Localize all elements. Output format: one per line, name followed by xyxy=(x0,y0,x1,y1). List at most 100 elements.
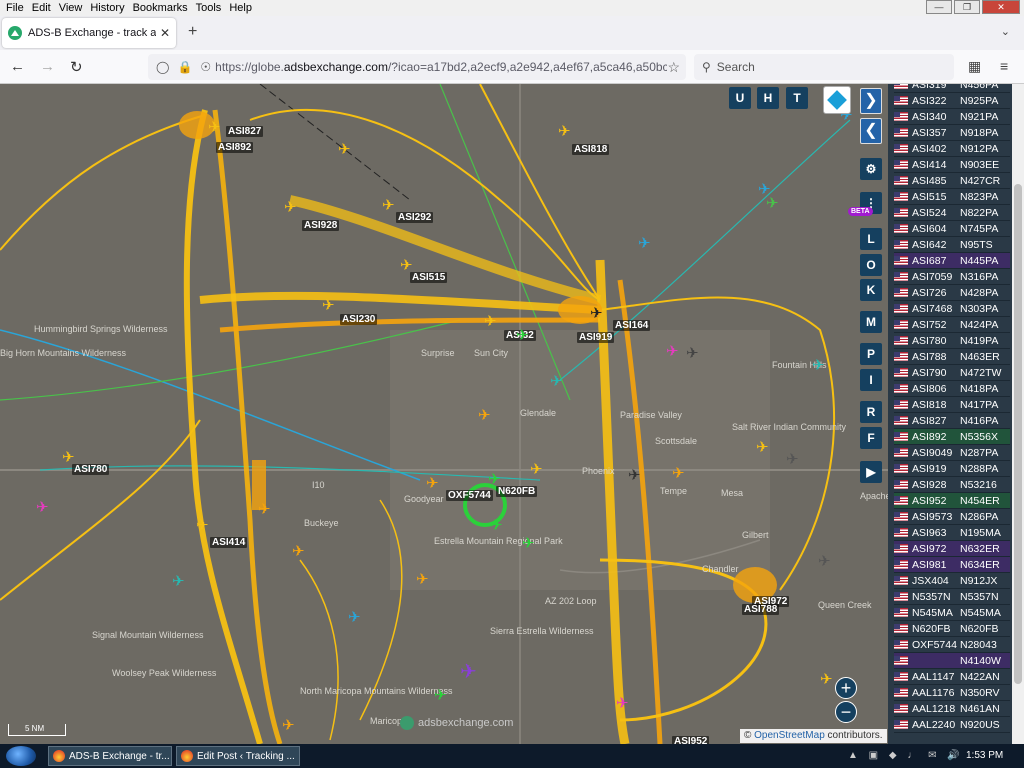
aircraft-callsign-label[interactable]: ASI780 xyxy=(72,464,110,475)
aircraft-icon[interactable]: ✈ xyxy=(756,440,769,455)
minimize-icon[interactable]: — xyxy=(926,0,952,14)
aircraft-list-row[interactable]: ASI726 N428PA xyxy=(894,285,1010,301)
aircraft-list-row[interactable]: ASI981 N634ER xyxy=(894,557,1010,573)
aircraft-callsign-label[interactable]: ASI892 xyxy=(216,142,254,153)
aircraft-icon[interactable]: ✈ xyxy=(478,408,491,423)
aircraft-callsign-label[interactable]: ASI919 xyxy=(577,332,615,343)
aircraft-list-row[interactable]: JSX404 N912JX xyxy=(894,573,1010,589)
tracking-protection-shield-icon[interactable]: ◯ xyxy=(156,60,169,74)
map-button-u[interactable]: U xyxy=(729,87,751,109)
aircraft-list-row[interactable]: ASI340 N921PA xyxy=(894,109,1010,125)
aircraft-icon[interactable]: ✈ xyxy=(638,236,651,251)
aircraft-list-row[interactable]: ASI7059 N316PA xyxy=(894,269,1010,285)
address-bar[interactable]: ◯ 🔒 ☉ https://globe.adsbexchange.com/?ic… xyxy=(148,54,686,80)
aircraft-list-row[interactable]: ASI642 N95TS xyxy=(894,237,1010,253)
taskbar-item-firefox-edit-post[interactable]: Edit Post ‹ Tracking ... xyxy=(176,746,300,766)
aircraft-icon[interactable]: ✈ xyxy=(516,328,529,343)
aircraft-icon[interactable]: ✈ xyxy=(434,688,447,703)
menu-bookmarks[interactable]: Bookmarks xyxy=(131,2,194,14)
bookmark-star-icon[interactable]: ☆ xyxy=(667,59,680,76)
aircraft-icon[interactable]: ✈ xyxy=(666,344,679,359)
menu-file[interactable]: File xyxy=(4,2,30,14)
aircraft-icon[interactable]: ✈ xyxy=(208,120,221,135)
aircraft-callsign-label[interactable]: ASI788 xyxy=(742,604,780,615)
aircraft-list-row[interactable]: ASI827 N416PA xyxy=(894,413,1010,429)
aircraft-callsign-label[interactable]: ASI827 xyxy=(226,126,264,137)
aircraft-icon[interactable]: ✈ xyxy=(550,374,563,389)
aircraft-callsign-label[interactable]: ASI414 xyxy=(210,537,248,548)
aircraft-icon[interactable]: ✈ xyxy=(490,518,503,533)
aircraft-icon[interactable]: ✈ xyxy=(460,662,477,682)
aircraft-list-row[interactable]: ASI319 N456PA xyxy=(894,84,1010,93)
map-button-k[interactable]: K xyxy=(860,279,882,301)
aircraft-icon[interactable]: ✈ xyxy=(628,468,641,483)
map-button-h[interactable]: H xyxy=(757,87,779,109)
aircraft-list-row[interactable]: ASI687 N445PA xyxy=(894,253,1010,269)
aircraft-callsign-label[interactable]: ASI292 xyxy=(396,212,434,223)
map-button-p[interactable]: P xyxy=(860,343,882,365)
aircraft-list-row[interactable]: AAL2240 N920US xyxy=(894,717,1010,733)
menu-tools[interactable]: Tools xyxy=(194,2,228,14)
aircraft-icon[interactable]: ✈ xyxy=(786,452,799,467)
aircraft-icon[interactable]: ✈ xyxy=(530,462,543,477)
aircraft-list-row[interactable]: ASI818 N417PA xyxy=(894,397,1010,413)
aircraft-list-row[interactable]: ASI790 N472TW xyxy=(894,365,1010,381)
aircraft-list-row[interactable]: ASI485 N427CR xyxy=(894,173,1010,189)
aircraft-list-row[interactable]: ASI780 N419PA xyxy=(894,333,1010,349)
aircraft-icon[interactable]: ✈ xyxy=(426,476,439,491)
close-tab-icon[interactable]: ✕ xyxy=(160,26,170,40)
aircraft-list-row[interactable]: ASI402 N912PA xyxy=(894,141,1010,157)
forward-arrow-icon[interactable]: → xyxy=(40,58,55,75)
replay-icon[interactable]: ▶ xyxy=(860,461,882,483)
system-tray-icons[interactable]: ▲ ▣ ◆ ♩ ✉ 🔊 xyxy=(848,750,964,761)
map-button-t[interactable]: T xyxy=(786,87,808,109)
back-arrow-icon[interactable]: ← xyxy=(10,58,25,75)
aircraft-list-row[interactable]: ASI788 N463ER xyxy=(894,349,1010,365)
aircraft-list-row[interactable]: AAL1147 N422AN xyxy=(894,669,1010,685)
aircraft-list-row[interactable]: ASI414 N903EE xyxy=(894,157,1010,173)
map-button-i[interactable]: I xyxy=(860,369,882,391)
aircraft-list-row[interactable]: N620FB N620FB xyxy=(894,621,1010,637)
aircraft-icon[interactable]: ✈ xyxy=(484,314,497,329)
menu-edit[interactable]: Edit xyxy=(30,2,57,14)
aircraft-list-row[interactable]: ASI963 N195MA xyxy=(894,525,1010,541)
layers-icon[interactable] xyxy=(823,86,851,114)
aircraft-list-row[interactable]: ASI9573 N286PA xyxy=(894,509,1010,525)
aircraft-list-row[interactable]: N5357N N5357N xyxy=(894,589,1010,605)
lock-icon[interactable]: 🔒 xyxy=(177,60,192,74)
aircraft-icon[interactable]: ✈ xyxy=(522,536,535,551)
aircraft-list-row[interactable]: ASI952 N454ER xyxy=(894,493,1010,509)
aircraft-list-row[interactable]: ASI9049 N287PA xyxy=(894,445,1010,461)
aircraft-list-row[interactable]: AAL1218 N461AN xyxy=(894,701,1010,717)
map-button-f[interactable]: F xyxy=(860,427,882,449)
aircraft-list-row[interactable]: ASI972 N632ER xyxy=(894,541,1010,557)
aircraft-icon[interactable]: ✈ xyxy=(818,554,831,569)
aircraft-callsign-label[interactable]: ASI230 xyxy=(340,314,378,325)
aircraft-icon[interactable]: ✈ xyxy=(416,572,429,587)
aircraft-list-row[interactable]: ASI928 N53216 xyxy=(894,477,1010,493)
aircraft-list-row[interactable]: ASI7468 N303PA xyxy=(894,301,1010,317)
aircraft-icon[interactable]: ✈ xyxy=(36,500,49,515)
flight-map[interactable]: Hummingbird Springs Wilderness Big Horn … xyxy=(0,84,888,744)
aircraft-callsign-label[interactable]: ASI164 xyxy=(613,320,651,331)
aircraft-icon[interactable]: ✈ xyxy=(348,610,361,625)
collapse-panel-arrow-icon[interactable]: ❮ xyxy=(860,118,882,144)
settings-gear-icon[interactable]: ⚙ xyxy=(860,158,882,180)
aircraft-list-row[interactable]: N4140W xyxy=(894,653,1010,669)
menu-view[interactable]: View xyxy=(57,2,89,14)
map-button-m[interactable]: M xyxy=(860,311,882,333)
aircraft-list-row[interactable]: ASI806 N418PA xyxy=(894,381,1010,397)
aircraft-list-row[interactable]: ASI515 N823PA xyxy=(894,189,1010,205)
taskbar-item-firefox-adsb[interactable]: ADS-B Exchange - tr... xyxy=(48,746,172,766)
map-button-r[interactable]: R xyxy=(860,401,882,423)
expand-panel-arrow-icon[interactable]: ❯ xyxy=(860,88,882,114)
aircraft-list-row[interactable]: ASI322 N925PA xyxy=(894,93,1010,109)
openstreetmap-link[interactable]: OpenStreetMap xyxy=(754,730,825,741)
taskbar-clock[interactable]: 1:53 PM xyxy=(966,750,1003,761)
tab-adsb[interactable]: ADS-B Exchange - track aircraft ✕ xyxy=(2,18,176,48)
zoom-out-icon[interactable]: − xyxy=(835,701,857,723)
aircraft-icon[interactable]: ✈ xyxy=(488,472,501,487)
permissions-icon[interactable]: ☉ xyxy=(200,60,211,74)
aircraft-list-row[interactable]: OXF5744 N28043 xyxy=(894,637,1010,653)
map-button-o[interactable]: O xyxy=(860,254,882,276)
